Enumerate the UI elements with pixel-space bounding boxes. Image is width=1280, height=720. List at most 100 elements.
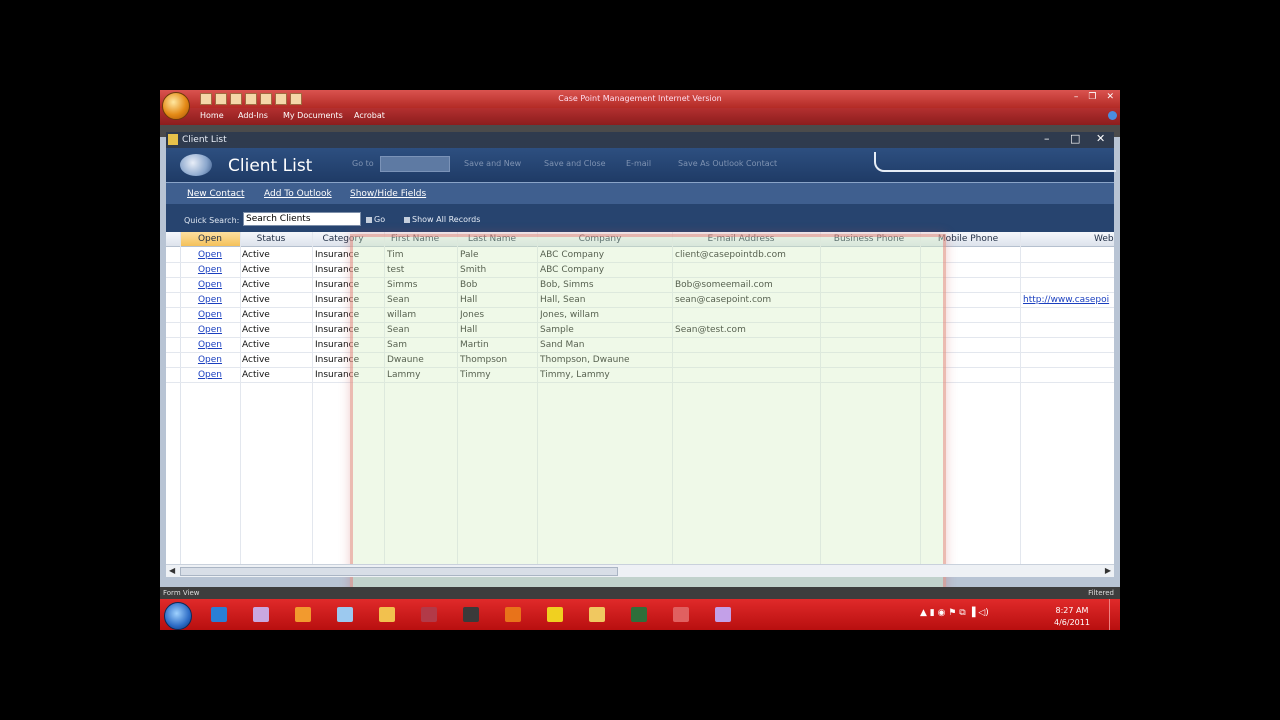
filter-status: Filtered <box>1088 589 1114 597</box>
close-button[interactable]: ✕ <box>1106 92 1114 102</box>
start-button-icon[interactable] <box>164 602 192 630</box>
ghost-email: E-mail <box>626 159 652 168</box>
key-icon <box>673 607 689 622</box>
taskbar-app-button[interactable] <box>204 602 234 627</box>
tab-my-documents[interactable]: My Documents <box>283 111 343 120</box>
taskbar-app-button[interactable] <box>330 602 360 627</box>
open-link[interactable]: Open <box>182 280 238 290</box>
app-title: Case Point Management Internet Version <box>558 94 722 103</box>
ghost-save-new: Save and New <box>464 159 522 168</box>
open-link[interactable]: Open <box>182 370 238 380</box>
open-link[interactable]: Open <box>182 250 238 260</box>
go-label: Go <box>374 215 386 224</box>
document-minimize-button[interactable]: – <box>1044 132 1050 145</box>
taskbar-app-button[interactable] <box>372 602 402 627</box>
quick-search-input[interactable] <box>243 212 361 226</box>
taskbar-app-button[interactable] <box>288 602 318 627</box>
windows-taskbar: ▲ ▮ ◉ ⚑ ⧉ ▐ ◁) 8:27 AM 4/6/2011 <box>160 599 1120 630</box>
notepad-icon <box>337 607 353 622</box>
open-link[interactable]: Open <box>182 310 238 320</box>
network-icon <box>463 607 479 622</box>
scroll-left-arrow-icon[interactable]: ◀ <box>169 566 175 575</box>
office-button-icon[interactable] <box>162 92 190 120</box>
col-header-open[interactable]: Open <box>180 232 240 246</box>
ghost-goto-label: Go to <box>352 159 374 168</box>
form-document-icon <box>168 134 178 145</box>
desktop-screen: Case Point Management Internet Version –… <box>160 90 1120 630</box>
clock-date: 4/6/2011 <box>1054 618 1090 627</box>
col-header-status[interactable]: Status <box>240 234 302 244</box>
show-hide-fields-link[interactable]: Show/Hide Fields <box>350 189 426 199</box>
document-close-button[interactable]: ✕ <box>1096 132 1105 145</box>
document-maximize-button[interactable]: □ <box>1070 132 1080 145</box>
add-to-outlook-link[interactable]: Add To Outlook <box>264 189 332 199</box>
help-icon[interactable] <box>1108 111 1117 120</box>
client-datasheet: Open Status Category First Name Last Nam… <box>166 232 1114 630</box>
ghost-save-close: Save and Close <box>544 159 606 168</box>
access-icon <box>421 607 437 622</box>
cell-status: Active <box>242 370 270 380</box>
app-titlebar: Case Point Management Internet Version –… <box>160 90 1120 108</box>
taskbar-app-button[interactable] <box>456 602 486 627</box>
status-bar: Form View Filtered <box>160 587 1120 599</box>
documents-icon <box>253 607 269 622</box>
contacts-logo-icon <box>180 154 212 176</box>
tab-home[interactable]: Home <box>200 111 224 120</box>
show-desktop-button[interactable] <box>1109 599 1120 630</box>
ghost-save-outlook: Save As Outlook Contact <box>678 159 778 168</box>
scroll-thumb[interactable] <box>180 567 618 576</box>
horizontal-scrollbar[interactable]: ◀ ▶ <box>166 564 1114 577</box>
quick-search-bar: Quick Search: Go Show All Records <box>166 204 1114 232</box>
firefox-icon <box>505 607 521 622</box>
show-all-icon <box>404 216 410 223</box>
image-icon <box>715 607 731 622</box>
taskbar-app-button[interactable] <box>708 602 738 627</box>
taskbar-app-button[interactable] <box>498 602 528 627</box>
open-link[interactable]: Open <box>182 325 238 335</box>
open-link[interactable]: Open <box>182 295 238 305</box>
ghost-goto-select <box>380 156 450 172</box>
form-title: Client List <box>228 156 313 176</box>
cell-status: Active <box>242 310 270 320</box>
open-link[interactable]: Open <box>182 340 238 350</box>
system-tray-icons[interactable]: ▲ ▮ ◉ ⚑ ⧉ ▐ ◁) <box>920 608 989 618</box>
new-contact-link[interactable]: New Contact <box>187 189 245 199</box>
taskbar-app-button[interactable] <box>624 602 654 627</box>
tab-add-ins[interactable]: Add-Ins <box>238 111 268 120</box>
taskbar-app-button[interactable] <box>582 602 612 627</box>
form-toolbar: New Contact Add To Outlook Show/Hide Fie… <box>166 182 1114 206</box>
cell-status: Active <box>242 295 270 305</box>
internet-explorer-icon <box>211 607 227 622</box>
document-tab-title[interactable]: Client List <box>182 135 227 145</box>
cell-status: Active <box>242 280 270 290</box>
minimize-button[interactable]: – <box>1074 92 1079 102</box>
go-button[interactable]: Go <box>366 215 385 224</box>
window-controls: – ❐ ✕ <box>1074 92 1114 102</box>
go-icon <box>366 216 372 223</box>
scroll-right-arrow-icon[interactable]: ▶ <box>1105 566 1111 575</box>
taskbar-app-button[interactable] <box>414 602 444 627</box>
document-tab-bar: Client List – □ ✕ <box>166 132 1114 148</box>
cell-web[interactable]: http://www.casepoi <box>1023 295 1113 305</box>
open-link[interactable]: Open <box>182 265 238 275</box>
media-player-icon <box>295 607 311 622</box>
taskbar-app-button[interactable] <box>246 602 276 627</box>
restore-button[interactable]: ❐ <box>1088 92 1096 102</box>
tab-acrobat[interactable]: Acrobat <box>354 111 385 120</box>
arrow-app-icon <box>547 607 563 622</box>
cell-status: Active <box>242 355 270 365</box>
show-all-label: Show All Records <box>412 215 481 224</box>
explorer-icon <box>589 607 605 622</box>
clock-time: 8:27 AM <box>1055 606 1089 615</box>
folder-icon <box>379 607 395 622</box>
view-mode-status: Form View <box>163 589 200 597</box>
taskbar-app-button[interactable] <box>666 602 696 627</box>
cell-status: Active <box>242 340 270 350</box>
cell-status: Active <box>242 325 270 335</box>
ribbon-tabs: Home Add-Ins My Documents Acrobat <box>160 108 1120 125</box>
taskbar-clock[interactable]: 8:27 AM 4/6/2011 <box>1054 605 1090 629</box>
taskbar-app-button[interactable] <box>540 602 570 627</box>
col-header-web[interactable]: Web <box>1094 234 1114 244</box>
show-all-records-button[interactable]: Show All Records <box>404 215 480 224</box>
open-link[interactable]: Open <box>182 355 238 365</box>
